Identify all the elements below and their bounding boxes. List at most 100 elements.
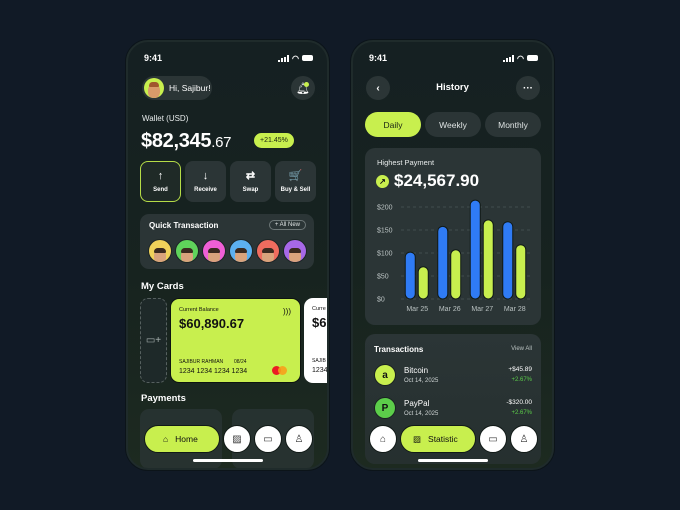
- chart-icon: ▨: [232, 433, 242, 445]
- card-expiry: 08/24: [234, 359, 247, 365]
- nav-statistic[interactable]: ▨ Statistic: [400, 425, 476, 453]
- avatar: [144, 78, 164, 98]
- contactless-icon: ))): [283, 307, 291, 316]
- x-tick-label: Mar 25: [406, 306, 428, 313]
- nav-statistic[interactable]: ▨: [223, 425, 251, 453]
- contact-avatar[interactable]: [256, 239, 280, 263]
- transaction-name: Bitcoin: [404, 366, 429, 375]
- quick-transaction-title: Quick Transaction: [149, 221, 219, 230]
- view-all-link[interactable]: View All: [511, 346, 532, 352]
- action-swap-button[interactable]: ⇄ Swap: [230, 161, 271, 202]
- cart-icon: 🛒: [288, 169, 303, 182]
- bar-series-lime-mar-25: [417, 266, 429, 300]
- contact-avatar[interactable]: [175, 239, 199, 263]
- bar-series-lime-mar-28: [515, 244, 527, 300]
- card-icon: ▭: [488, 433, 498, 445]
- battery-icon: [527, 55, 538, 61]
- card-number: 1234: [312, 367, 328, 374]
- home-indicator: [418, 459, 488, 462]
- transaction-amount: -$320.00: [506, 399, 532, 406]
- nav-home[interactable]: ⌂ Home: [144, 425, 220, 453]
- status-bar: 9:41 ◠: [369, 52, 538, 64]
- card-secondary[interactable]: Curre $6 SAJIB 1234: [304, 298, 328, 383]
- nav-profile[interactable]: ♙: [285, 425, 313, 453]
- chart-card: Highest Payment ↗ $24,567.90 $0 $50 $100 $1…: [365, 148, 541, 325]
- contact-avatar[interactable]: [229, 239, 253, 263]
- my-cards-title: My Cards: [141, 281, 184, 292]
- bar-series-blue-mar-27: [469, 199, 481, 300]
- payments-title: Payments: [141, 393, 186, 404]
- card-balance: $60,890.67: [179, 316, 245, 331]
- card-holder: SAJIB: [312, 358, 326, 364]
- bar-series-blue-mar-28: [502, 221, 514, 300]
- wifi-icon: ◠: [292, 53, 299, 63]
- transaction-date: Oct 14, 2025: [404, 411, 439, 417]
- action-buy-sell-button[interactable]: 🛒 Buy & Sell: [275, 161, 316, 202]
- action-send-button[interactable]: ↑ Send: [140, 161, 181, 202]
- transaction-name: PayPal: [404, 399, 430, 408]
- card-label: Current Balance: [179, 307, 219, 313]
- contact-avatar[interactable]: [202, 239, 226, 263]
- status-time: 9:41: [369, 53, 388, 63]
- status-bar: 9:41 ◠: [144, 52, 313, 64]
- card-label: Curre: [312, 306, 326, 312]
- bar-series-lime-mar-27: [482, 219, 494, 300]
- bottom-nav: ⌂ ▨ Statistic ▭ ♙: [369, 424, 538, 454]
- y-tick-label: $200: [377, 205, 393, 212]
- nav-home[interactable]: ⌂: [369, 425, 397, 453]
- notification-button[interactable]: 🔔︎: [291, 76, 315, 100]
- more-button[interactable]: ···: [516, 76, 540, 100]
- transaction-amount: +$45.89: [508, 366, 532, 373]
- bottom-nav: ⌂ Home ▨ ▭ ♙: [144, 424, 313, 454]
- x-tick-label: Mar 28: [504, 306, 526, 313]
- transaction-row[interactable]: P PayPal Oct 14, 2025 -$320.00 +2.67%: [374, 397, 532, 421]
- bar-series-lime-mar-26: [450, 249, 462, 300]
- home-icon: ⌂: [163, 434, 169, 444]
- user-icon: ♙: [294, 433, 304, 445]
- battery-icon: [302, 55, 313, 61]
- action-receive-button[interactable]: ↓ Receive: [185, 161, 226, 202]
- wifi-icon: ◠: [517, 53, 524, 63]
- card-icon: ▭: [263, 433, 273, 445]
- transactions-title: Transactions: [374, 345, 424, 354]
- bar-series-blue-mar-26: [437, 225, 449, 300]
- home-screen: 9:41 ◠ Hi, Sajibur! 🔔︎ Wallet (USD) $82,…: [126, 40, 329, 470]
- chart-title: Highest Payment: [377, 158, 435, 167]
- wallet-balance: $82,345.67: [141, 130, 232, 152]
- nav-cards[interactable]: ▭: [254, 425, 282, 453]
- home-indicator: [193, 459, 263, 462]
- add-card-button[interactable]: ▭+: [140, 298, 167, 383]
- card-balance: $6: [312, 315, 327, 330]
- nav-cards[interactable]: ▭: [479, 425, 507, 453]
- wallet-label: Wallet (USD): [142, 114, 189, 123]
- highest-amount: $24,567.90: [394, 171, 480, 190]
- contact-avatar[interactable]: [283, 239, 307, 263]
- all-new-button[interactable]: + All New: [268, 220, 306, 230]
- swap-icon: ⇄: [245, 169, 256, 182]
- tab-daily[interactable]: Daily: [365, 112, 421, 137]
- y-tick-label: $100: [377, 251, 393, 258]
- tab-monthly[interactable]: Monthly: [485, 112, 541, 137]
- chart-icon: ▨: [413, 433, 422, 444]
- bitcoin-logo-icon: a: [374, 364, 396, 386]
- transaction-row[interactable]: a Bitcoin Oct 14, 2025 +$45.89 +2.67%: [374, 364, 532, 388]
- tab-weekly[interactable]: Weekly: [425, 112, 481, 137]
- profile-chip[interactable]: Hi, Sajibur!: [142, 76, 212, 100]
- signal-icon: [278, 54, 290, 62]
- card-primary[interactable]: Current Balance $60,890.67 ))) SAJIBUR R…: [170, 298, 301, 383]
- transaction-change: +2.67%: [511, 377, 532, 383]
- quick-transaction-panel: Quick Transaction + All New: [140, 214, 314, 269]
- change-badge: +21.45%: [254, 133, 294, 148]
- bar-chart: $0 $50 $100 $150 $200 Mar 25 Mar 26 Mar 27 Mar 2…: [377, 199, 531, 313]
- period-tabs: Daily Weekly Monthly: [365, 112, 541, 137]
- status-time: 9:41: [144, 53, 163, 63]
- nav-profile[interactable]: ♙: [510, 425, 538, 453]
- y-tick-label: $0: [377, 297, 385, 304]
- contact-avatar[interactable]: [148, 239, 172, 263]
- trend-up-icon: ↗: [376, 175, 389, 188]
- home-icon: ⌂: [379, 433, 387, 445]
- add-card-icon: ▭+: [145, 335, 162, 346]
- mastercard-icon: [272, 366, 288, 375]
- action-buttons: ↑ Send ↓ Receive ⇄ Swap 🛒 Buy & Sell: [140, 161, 316, 202]
- x-tick-label: Mar 26: [439, 306, 461, 313]
